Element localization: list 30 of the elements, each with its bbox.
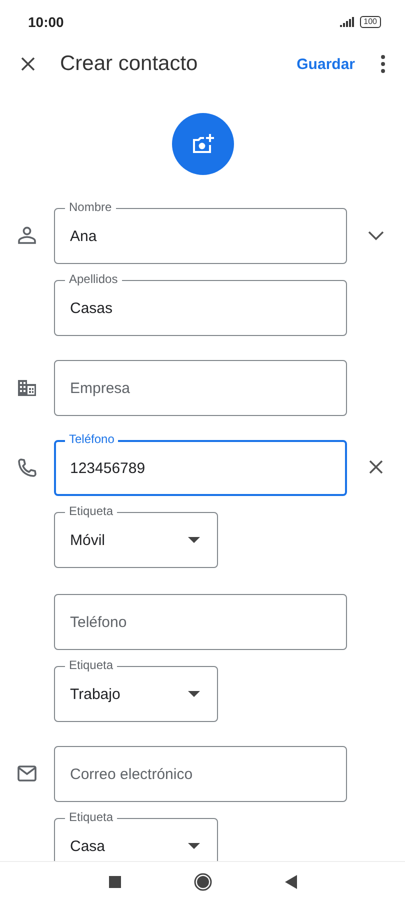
text-field[interactable]: Correo electrónico — [54, 746, 347, 802]
close-icon — [20, 56, 36, 72]
caret-down-icon — [188, 537, 200, 543]
back-triangle-icon — [284, 875, 296, 889]
dropdown-value: Móvil — [70, 532, 106, 548]
menu-icon — [381, 55, 385, 73]
dropdown-value: Trabajo — [70, 686, 120, 702]
screen-title: Crear contacto — [60, 52, 199, 76]
field-label: Nombre — [65, 200, 116, 214]
camera-plus-icon — [192, 134, 214, 154]
field-label: Apellidos — [65, 272, 122, 286]
home-circle-icon — [194, 873, 212, 891]
phone-icon — [17, 458, 37, 478]
clock-time: 10:00 — [28, 14, 64, 30]
field-label: Teléfono — [65, 432, 118, 446]
battery-level: 100 — [364, 18, 377, 26]
caret-down-icon — [188, 843, 200, 849]
person-icon — [17, 226, 37, 246]
text-field[interactable]: Teléfono — [54, 594, 347, 650]
field-label: Etiqueta — [65, 810, 118, 824]
text-field[interactable]: Empresa — [54, 360, 347, 416]
envelope-icon — [17, 764, 37, 784]
field-label: Etiqueta — [65, 658, 118, 672]
save-button[interactable]: Guardar — [292, 50, 359, 78]
dropdown-value: Casa — [70, 838, 106, 854]
signal-icon — [340, 17, 354, 27]
square-icon — [108, 876, 120, 888]
caret-down-icon — [188, 691, 200, 697]
building-icon — [17, 378, 37, 398]
field-label: Etiqueta — [65, 504, 118, 518]
